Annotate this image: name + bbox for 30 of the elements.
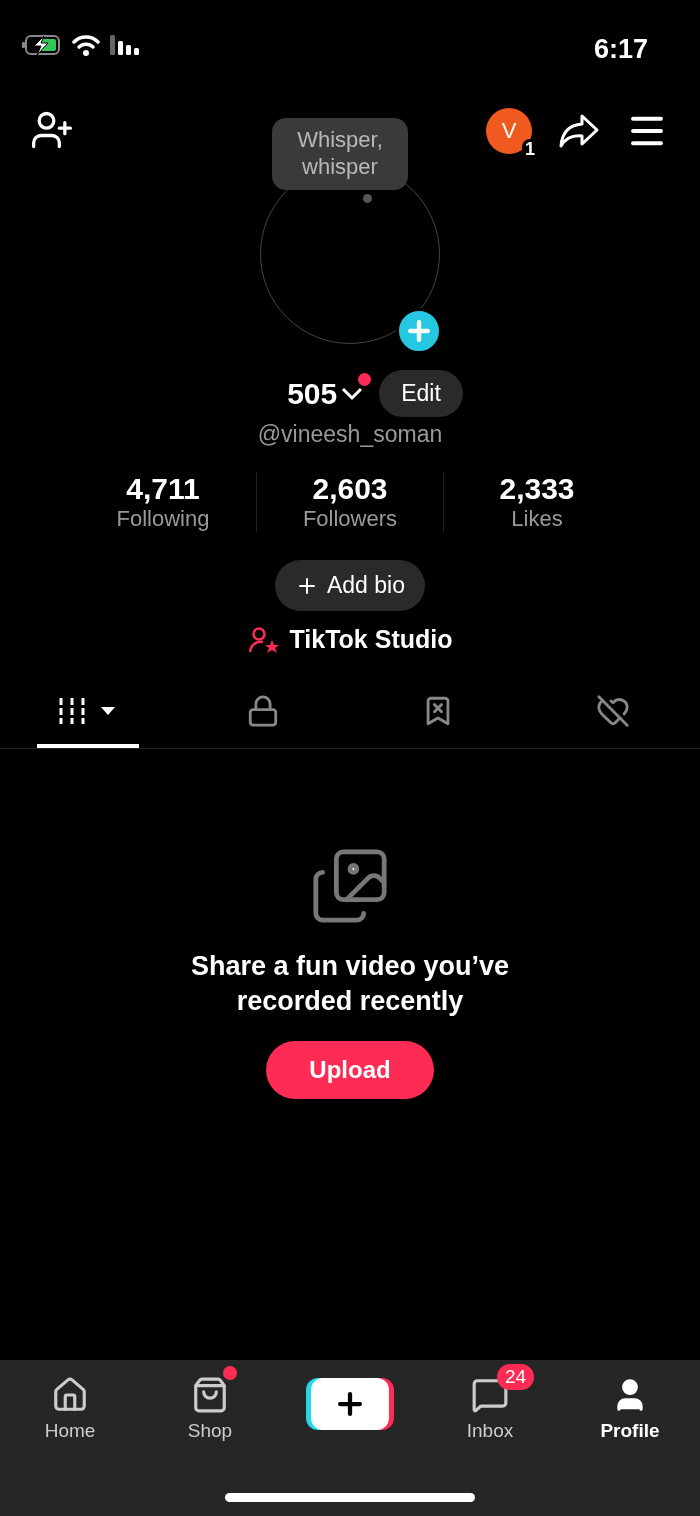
battery-icon <box>22 34 62 56</box>
add-bio-button[interactable]: Add bio <box>275 560 425 611</box>
user-star-icon <box>247 625 280 654</box>
status-time: 6:17 <box>593 34 648 65</box>
edit-button[interactable]: Edit <box>379 370 463 417</box>
chevron-down-icon[interactable] <box>341 386 364 401</box>
stat-label: Following <box>116 506 210 532</box>
nav-item[interactable]: 24 Inbox <box>420 1362 560 1444</box>
share-icon[interactable] <box>558 113 600 149</box>
username: @vineesh_soman <box>257 421 443 448</box>
studio-link[interactable]: TikTok Studio <box>247 625 453 654</box>
tooltip-dot <box>363 194 372 203</box>
shopping-bag-icon <box>191 1376 229 1414</box>
nav-item[interactable]: Profile <box>560 1362 700 1444</box>
signal-icon <box>110 35 140 55</box>
stat-label: Followers <box>302 506 398 532</box>
whisper-tooltip: Whisper, whisper <box>272 118 408 190</box>
upload-button[interactable]: Upload <box>266 1041 434 1099</box>
stat-label: Likes <box>511 506 563 532</box>
stat-value: 2,333 <box>499 472 575 506</box>
wifi-icon <box>72 34 100 56</box>
count-badge: 24 <box>497 1364 535 1390</box>
home-icon <box>51 1376 89 1414</box>
profile-name: 505 <box>287 376 338 411</box>
stat-value: 4,711 <box>126 472 200 506</box>
nav-item[interactable]: Shop <box>140 1362 280 1444</box>
nav-item[interactable]: Home <box>0 1362 140 1444</box>
empty-message: Share a fun video you’ve recorded recently <box>189 950 511 1018</box>
stat-value: 2,603 <box>312 472 388 506</box>
heart-icon <box>595 694 630 728</box>
